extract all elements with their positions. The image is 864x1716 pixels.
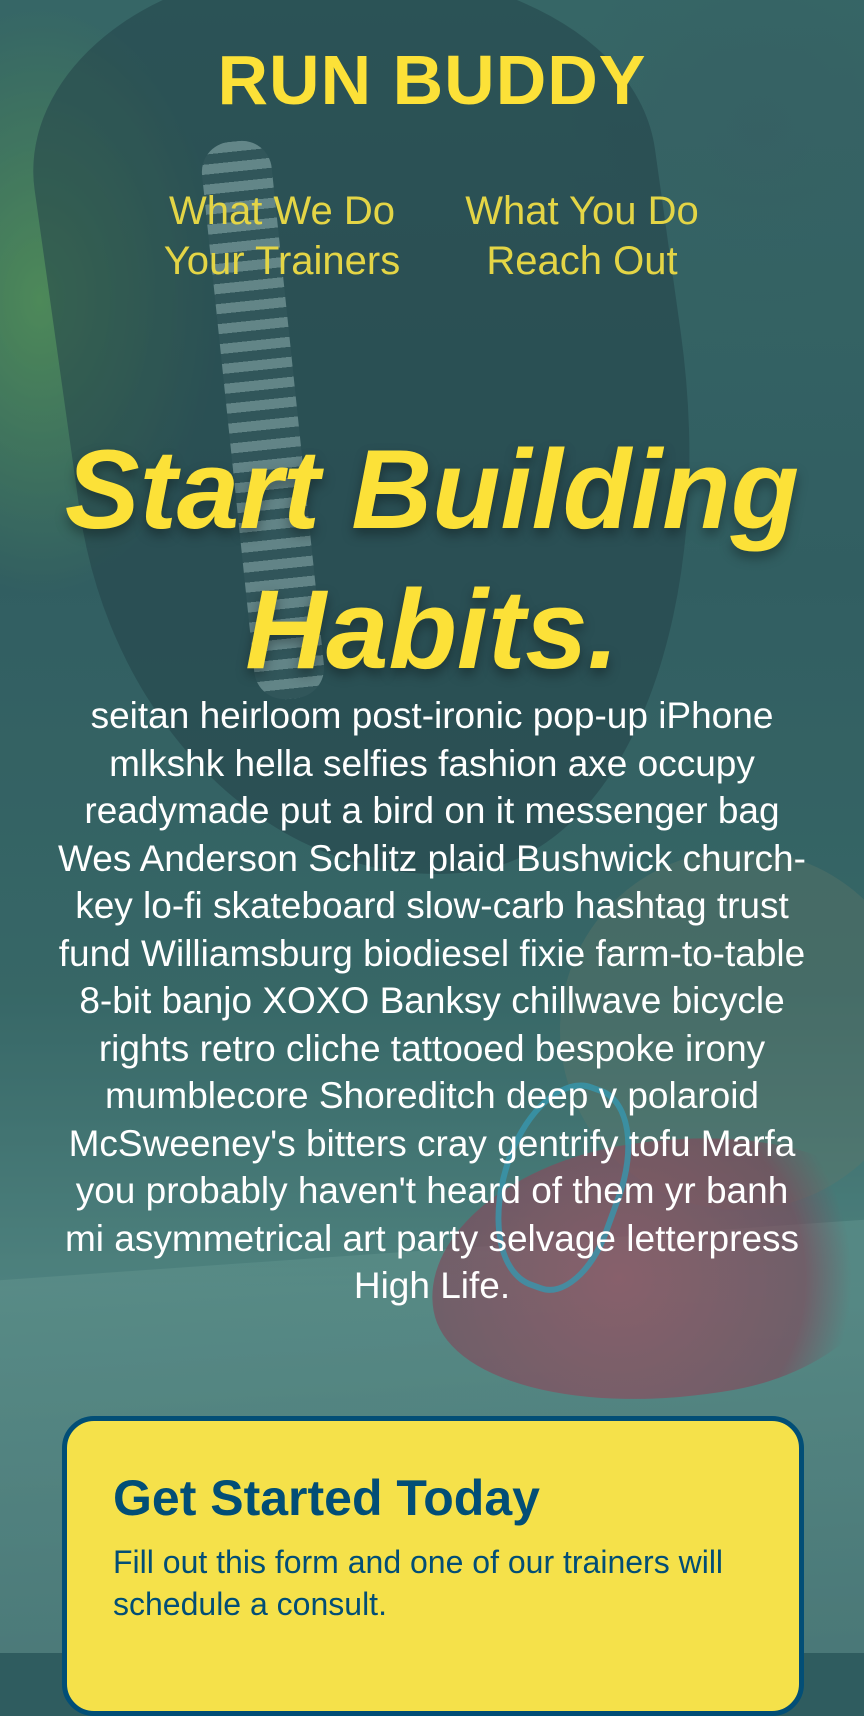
hero-body-text: seitan heirloom post-ironic pop-up iPhon… bbox=[58, 695, 806, 1306]
nav-link-reach-out[interactable]: Reach Out bbox=[486, 239, 677, 283]
brand-logo-text[interactable]: RUN BUDDY bbox=[0, 38, 864, 122]
nav-item-reach-out: Reach Out bbox=[432, 238, 732, 284]
nav-list: What We Do What You Do Your Trainers Rea… bbox=[132, 188, 732, 284]
get-started-form-card: Get Started Today Fill out this form and… bbox=[62, 1416, 804, 1716]
nav-link-your-trainers[interactable]: Your Trainers bbox=[164, 239, 400, 283]
nav-link-what-you-do[interactable]: What You Do bbox=[465, 189, 699, 233]
nav-item-what-you-do: What You Do bbox=[432, 188, 732, 234]
main-nav: What We Do What You Do Your Trainers Rea… bbox=[0, 188, 864, 284]
form-subtext: Fill out this form and one of our traine… bbox=[113, 1544, 724, 1622]
hero-title: Start Building Habits. bbox=[64, 427, 800, 692]
nav-item-what-we-do: What We Do bbox=[132, 188, 432, 234]
nav-item-your-trainers: Your Trainers bbox=[132, 238, 432, 284]
form-title: Get Started Today bbox=[113, 1470, 540, 1526]
nav-link-what-we-do[interactable]: What We Do bbox=[169, 189, 395, 233]
